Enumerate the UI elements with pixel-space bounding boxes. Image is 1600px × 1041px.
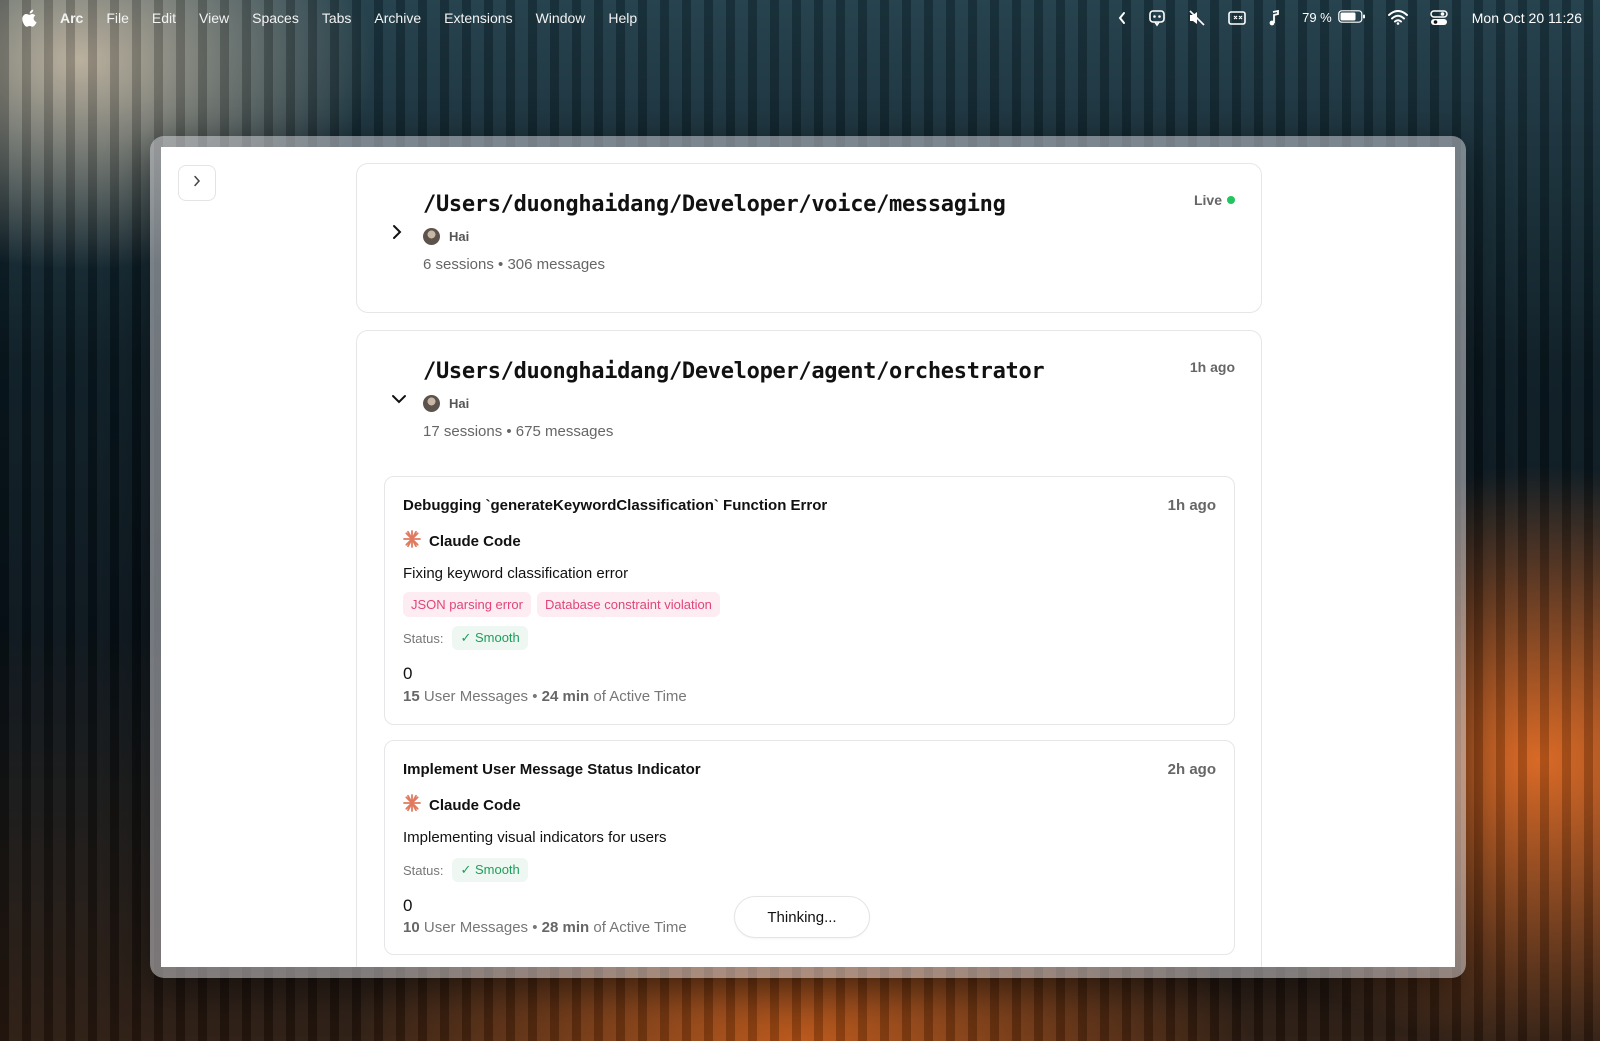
project-owner: Hai xyxy=(423,395,469,412)
project-stats: 17 sessions • 675 messages xyxy=(423,423,614,440)
owner-name: Hai xyxy=(449,396,470,411)
avatar xyxy=(423,395,440,412)
session-agent: Claude Code xyxy=(403,794,521,817)
issue-tag: JSON parsing error xyxy=(403,592,531,617)
display-icon[interactable] xyxy=(1228,10,1246,25)
session-description: Implementing visual indicators for users xyxy=(403,829,667,846)
menu-file[interactable]: File xyxy=(106,10,129,26)
ai-assistant-icon[interactable] xyxy=(1148,9,1166,27)
user-message-count: 10 xyxy=(403,919,420,936)
agent-name: Claude Code xyxy=(429,797,521,814)
wifi-icon[interactable] xyxy=(1387,10,1408,25)
user-message-count: 15 xyxy=(403,688,420,705)
claude-logo-icon xyxy=(403,530,421,553)
session-meta: 10 User Messages • 28 min of Active Time xyxy=(403,919,687,936)
status-badge: ✓ Smooth xyxy=(452,626,528,650)
session-title: Debugging `generateKeywordClassification… xyxy=(403,497,828,514)
session-description: Fixing keyword classification error xyxy=(403,565,629,582)
owner-name: Hai xyxy=(449,229,470,244)
status-row: Status: ✓ Smooth xyxy=(403,858,528,882)
live-dot xyxy=(1227,196,1235,204)
project-card-orchestrator[interactable]: /Users/duonghaidang/Developer/agent/orch… xyxy=(356,330,1262,967)
session-agent: Claude Code xyxy=(403,530,521,553)
live-indicator: Live xyxy=(1194,192,1235,208)
user-messages-label: User Messages xyxy=(423,688,529,705)
menu-edit[interactable]: Edit xyxy=(152,10,176,26)
menu-window[interactable]: Window xyxy=(536,10,586,26)
thinking-indicator: Thinking... xyxy=(734,896,870,938)
menu-extensions[interactable]: Extensions xyxy=(444,10,512,26)
session-tags: JSON parsing error Database constraint v… xyxy=(403,592,726,617)
menu-bar: Arc File Edit View Spaces Tabs Archive E… xyxy=(0,0,1600,35)
session-card[interactable]: Debugging `generateKeywordClassification… xyxy=(384,476,1235,725)
battery-icon[interactable] xyxy=(1337,9,1366,26)
active-time: 24 min xyxy=(541,688,590,705)
menu-tabs[interactable]: Tabs xyxy=(322,10,352,26)
menu-view[interactable]: View xyxy=(199,10,229,26)
chevron-down-icon[interactable] xyxy=(391,393,407,405)
apple-logo-icon[interactable] xyxy=(22,9,38,27)
active-time-label: of Active Time xyxy=(593,688,687,705)
chevron-left-icon[interactable] xyxy=(1118,11,1126,25)
project-card-messaging[interactable]: /Users/duonghaidang/Developer/voice/mess… xyxy=(356,163,1262,313)
project-updated-time: 1h ago xyxy=(1189,359,1235,375)
claude-logo-icon xyxy=(403,794,421,817)
project-owner: Hai xyxy=(423,228,469,245)
session-count: 0 xyxy=(403,664,413,683)
avatar xyxy=(423,228,440,245)
live-label: Live xyxy=(1193,192,1222,208)
project-path: /Users/duonghaidang/Developer/agent/orch… xyxy=(423,359,1045,384)
status-label: Status: xyxy=(403,630,444,646)
session-title: Implement User Message Status Indicator xyxy=(403,761,701,778)
user-messages-label: User Messages xyxy=(423,919,529,936)
status-label: Status: xyxy=(403,862,444,878)
menu-help[interactable]: Help xyxy=(608,10,637,26)
status-badge: ✓ Smooth xyxy=(452,858,528,882)
project-stats: 6 sessions • 306 messages xyxy=(423,256,606,273)
chevron-right-icon[interactable] xyxy=(391,224,403,240)
menu-app-name[interactable]: Arc xyxy=(60,10,83,26)
session-meta: 15 User Messages • 24 min of Active Time xyxy=(403,688,687,705)
status-row: Status: ✓ Smooth xyxy=(403,626,528,650)
agent-name: Claude Code xyxy=(429,533,521,550)
meta-separator: • xyxy=(532,688,538,705)
project-path: /Users/duonghaidang/Developer/voice/mess… xyxy=(423,192,1006,217)
music-note-icon[interactable] xyxy=(1268,9,1280,26)
session-count: 0 xyxy=(403,896,413,915)
browser-window: /Users/duonghaidang/Developer/voice/mess… xyxy=(161,147,1455,967)
sidebar-toggle-button[interactable] xyxy=(178,165,216,201)
session-card[interactable]: Implement User Message Status Indicator … xyxy=(384,740,1235,955)
session-time: 1h ago xyxy=(1167,497,1216,514)
battery-percent: 79 % xyxy=(1302,10,1332,25)
issue-tag: Database constraint violation xyxy=(536,592,720,617)
session-time: 2h ago xyxy=(1167,761,1216,778)
active-time-label: of Active Time xyxy=(593,919,687,936)
active-time: 28 min xyxy=(541,919,590,936)
muted-speaker-icon[interactable] xyxy=(1188,9,1206,26)
menu-clock[interactable]: Mon Oct 20 11:26 xyxy=(1472,10,1582,26)
menu-archive[interactable]: Archive xyxy=(374,10,421,26)
menu-spaces[interactable]: Spaces xyxy=(252,10,299,26)
control-center-icon[interactable] xyxy=(1430,9,1448,26)
meta-separator: • xyxy=(532,919,538,936)
chevron-right-icon xyxy=(192,174,202,192)
